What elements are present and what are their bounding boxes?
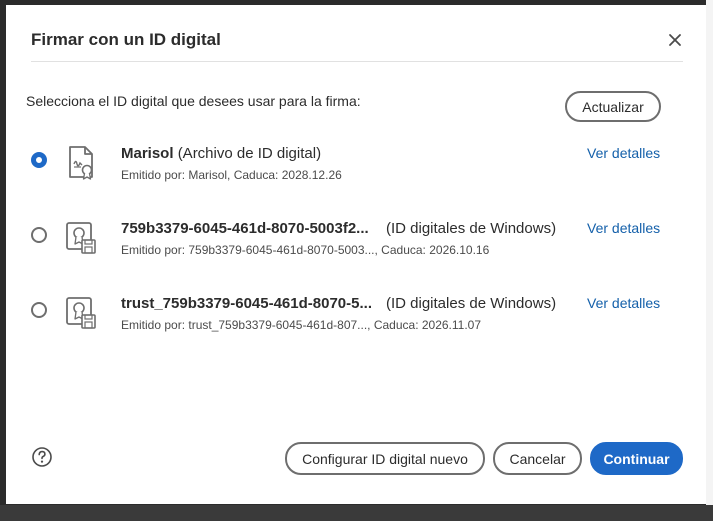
view-details-link[interactable]: Ver detalles	[587, 220, 660, 236]
digital-id-meta: Emitido por: Marisol, Caduca: 2028.12.26	[121, 168, 342, 182]
digital-id-name: 759b3379-6045-461d-8070-5003f2...	[121, 220, 369, 237]
close-button[interactable]	[666, 31, 684, 49]
digital-id-radio[interactable]	[31, 227, 47, 243]
close-icon	[669, 34, 681, 46]
digital-id-meta: Emitido por: 759b3379-6045-461d-8070-500…	[121, 243, 490, 257]
cancel-button[interactable]: Cancelar	[493, 442, 582, 475]
digital-id-meta: Emitido por: trust_759b3379-6045-461d-80…	[121, 318, 482, 332]
view-details-link[interactable]: Ver detalles	[587, 295, 660, 311]
background-window-bottom	[0, 505, 713, 521]
help-icon	[32, 447, 52, 467]
digital-id-row-windows-1[interactable]: 759b3379-6045-461d-8070-5003f2... (ID di…	[6, 220, 706, 270]
background-window-edge	[706, 0, 713, 521]
certificate-file-icon	[69, 146, 93, 180]
digital-id-radio[interactable]	[31, 302, 47, 318]
digital-id-name: trust_759b3379-6045-461d-8070-5...	[121, 295, 372, 312]
continue-button[interactable]: Continuar	[590, 442, 683, 475]
title-divider	[31, 61, 683, 62]
sign-with-digital-id-dialog: Firmar con un ID digital Selecciona el I…	[6, 5, 706, 504]
digital-id-source: (ID digitales de Windows)	[386, 220, 557, 237]
configure-new-digital-id-button[interactable]: Configurar ID digital nuevo	[285, 442, 485, 475]
dialog-title: Firmar con un ID digital	[31, 30, 221, 49]
digital-id-radio-selected[interactable]	[31, 152, 47, 168]
instruction-text: Selecciona el ID digital que desees usar…	[26, 93, 361, 109]
view-details-link[interactable]: Ver detalles	[587, 145, 660, 161]
certificate-store-icon	[66, 222, 96, 254]
refresh-button[interactable]: Actualizar	[565, 91, 661, 122]
digital-id-source: (ID digitales de Windows)	[386, 295, 557, 312]
help-button[interactable]	[31, 446, 53, 468]
digital-id-name: Marisol	[121, 145, 174, 162]
digital-id-name-line: Marisol (Archivo de ID digital)	[121, 145, 321, 162]
digital-id-source: (Archivo de ID digital)	[177, 145, 322, 162]
digital-id-row-marisol[interactable]: Marisol (Archivo de ID digital) Emitido …	[6, 145, 706, 195]
certificate-store-icon	[66, 297, 96, 329]
digital-id-row-windows-2[interactable]: trust_759b3379-6045-461d-8070-5... (ID d…	[6, 295, 706, 345]
